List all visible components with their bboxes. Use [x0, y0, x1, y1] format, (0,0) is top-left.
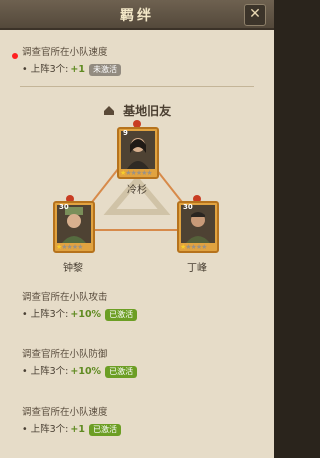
status-badge: 已激活: [105, 365, 138, 378]
status-badge: 已激活: [88, 423, 121, 436]
panel-title: 羁绊: [120, 8, 154, 24]
close-icon: ✕: [249, 6, 261, 22]
group-icon: [103, 106, 114, 115]
bond-panel: 羁绊 ✕ 调查官所在小队速度 • 上阵3个: +1 未激活 基地旧友 9 ★★★★★…: [0, 0, 274, 458]
status-badge: 已激活: [105, 308, 138, 321]
status-badge: 未激活: [88, 63, 121, 76]
bond-stat: • 上阵3个: +10% 已激活: [22, 363, 138, 378]
bond-stat: • 上阵3个: +1 已激活: [22, 421, 121, 436]
hero-stars: ★★★★★★: [120, 169, 153, 177]
hero-level: 30: [59, 203, 69, 211]
bond-entry: 调查官所在小队攻击 • 上阵3个: +10% 已激活: [22, 289, 138, 321]
notification-dot: [12, 53, 18, 59]
title-bar: 羁绊 ✕: [0, 0, 274, 30]
hero-stars: ★★★★★: [56, 243, 83, 251]
hero-name: 丁峰: [187, 263, 207, 274]
section-title: 基地旧友: [0, 102, 274, 119]
bond-entry: 调查官所在小队速度 • 上阵3个: +1 已激活: [22, 404, 121, 436]
hero-level: 30: [183, 203, 193, 211]
hero-card[interactable]: 30 ★★★★★: [177, 201, 219, 253]
hero-card[interactable]: 9 ★★★★★★: [117, 127, 159, 179]
bond-description: 调查官所在小队速度: [22, 47, 108, 58]
hero-name: 冷杉: [127, 185, 147, 196]
bond-stat: • 上阵3个: +1 未激活: [22, 61, 121, 76]
close-button[interactable]: ✕: [244, 4, 266, 26]
hero-name: 钟黎: [63, 263, 83, 274]
hero-stars: ★★★★★: [180, 243, 207, 251]
bond-description: 调查官所在小队攻击: [22, 292, 108, 303]
bond-description: 调查官所在小队速度: [22, 407, 108, 418]
bond-description: 调查官所在小队防御: [22, 349, 108, 360]
bond-stat: • 上阵3个: +10% 已激活: [22, 306, 138, 321]
bond-entry: 调查官所在小队防御 • 上阵3个: +10% 已激活: [22, 346, 138, 378]
hero-card[interactable]: 30 ★★★★★: [53, 201, 95, 253]
top-bond-entry: 调查官所在小队速度 • 上阵3个: +1 未激活: [22, 44, 121, 76]
hero-level: 9: [123, 129, 128, 137]
divider: [20, 86, 254, 87]
